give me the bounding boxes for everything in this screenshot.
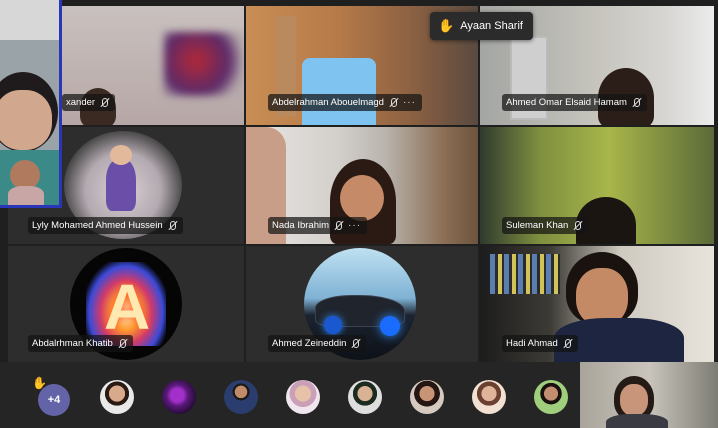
participant-name-tag: Abdalrhman Khatib (28, 335, 133, 352)
participant-thumbnail[interactable] (348, 380, 382, 414)
participant-tile[interactable]: Suleman Khan (480, 127, 714, 244)
participant-name: Lyly Mohamed Ahmed Hussein (32, 220, 163, 231)
participant-name: Suleman Khan (506, 220, 569, 231)
mic-muted-icon (334, 220, 343, 231)
mic-muted-icon (351, 338, 360, 349)
participant-name: Hadi Ahmad (506, 338, 558, 349)
participant-name-tag: Ahmed Omar Elsaid Hamam (502, 94, 647, 111)
mic-muted-icon (573, 220, 582, 231)
participant-thumbnail[interactable] (286, 380, 320, 414)
participant-name: Ahmed Omar Elsaid Hamam (506, 97, 627, 108)
presenter-video[interactable] (580, 362, 718, 428)
participant-thumbnail[interactable] (100, 380, 134, 414)
participant-name-tag: Lyly Mohamed Ahmed Hussein (28, 217, 183, 234)
participant-name: Abdalrhman Khatib (32, 338, 113, 349)
mic-muted-icon (168, 220, 177, 231)
participant-thumbnail[interactable] (410, 380, 444, 414)
more-options-icon[interactable]: ··· (348, 217, 361, 234)
participant-name-tag: Nada Ibrahim ··· (268, 217, 368, 234)
letter-a-logo: A (104, 271, 151, 343)
mic-muted-icon (563, 338, 572, 349)
raised-hand-notification[interactable]: ✋ Ayaan Sharif (430, 12, 533, 40)
mic-muted-icon (389, 97, 398, 108)
mic-muted-icon (632, 97, 641, 108)
more-options-icon[interactable]: ··· (403, 94, 416, 111)
participant-name: xander (66, 97, 96, 108)
mic-muted-icon (118, 338, 127, 349)
participant-tile[interactable]: Nada Ibrahim ··· (246, 127, 478, 244)
participant-tile[interactable]: A Abdalrhman Khatib (8, 246, 244, 362)
participant-thumbnail[interactable] (224, 380, 258, 414)
raised-hand-icon: ✋ (438, 18, 455, 33)
more-participants-button[interactable]: +4 (38, 384, 70, 416)
participant-name-tag: Hadi Ahmad (502, 335, 578, 352)
participant-name: Abdelrahman Abouelmagd (272, 97, 384, 108)
participant-tile[interactable]: Ahmed Zeineddin (246, 246, 478, 362)
participant-name: Ahmed Zeineddin (272, 338, 347, 349)
more-participants-count: +4 (47, 394, 61, 406)
mic-muted-icon (100, 97, 109, 108)
participant-thumbnail[interactable] (534, 380, 568, 414)
participant-thumbnail[interactable] (472, 380, 506, 414)
participant-thumbnail[interactable] (162, 380, 196, 414)
self-view-video[interactable] (0, 0, 62, 208)
raised-hand-name: Ayaan Sharif (460, 20, 523, 32)
participant-name: Nada Ibrahim (272, 220, 330, 231)
participant-name-tag: xander (62, 94, 116, 111)
participant-name-tag: Suleman Khan (502, 217, 589, 234)
participant-name-tag: Abdelrahman Abouelmagd ··· (268, 94, 422, 111)
video-grid: xander Abdelrahman Abouelmagd ··· Ahmed … (8, 6, 714, 362)
participant-tile[interactable]: Hadi Ahmad (480, 246, 714, 362)
participant-name-tag: Ahmed Zeineddin (268, 335, 367, 352)
